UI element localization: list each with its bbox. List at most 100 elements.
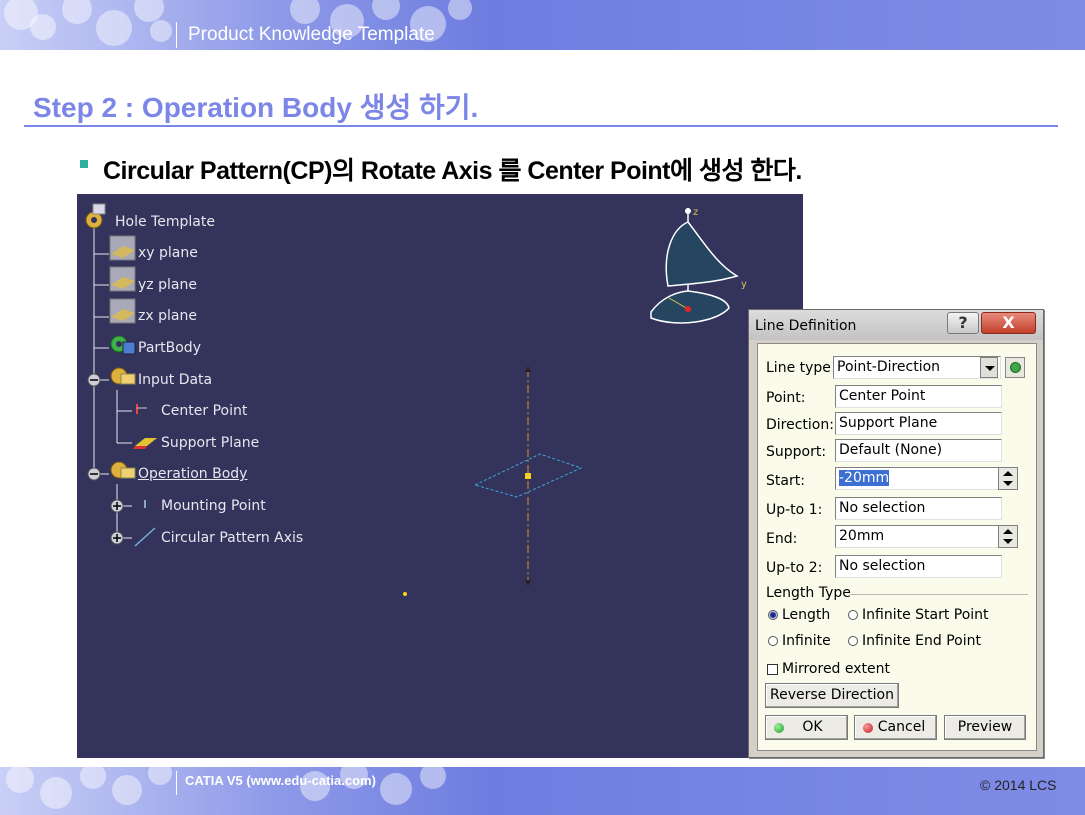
decor-bubble [6, 767, 34, 793]
chevron-down-icon[interactable] [980, 357, 998, 378]
dialog-body: Line type : Point-Direction Point: Cente… [757, 343, 1037, 751]
product-gear-icon [85, 203, 106, 229]
title-divider [24, 125, 1058, 127]
decor-bubble [380, 773, 412, 805]
footer-copyright: © 2014 LCS [980, 777, 1057, 793]
start-value: -20mm [839, 470, 890, 486]
group-divider [850, 594, 1028, 595]
support-label: Support: [766, 444, 827, 460]
catia-viewport[interactable]: z y Hole Template xy plane yz plane zx p… [77, 194, 803, 758]
decor-bubble [80, 767, 106, 789]
ok-label: OK [802, 719, 823, 735]
expand-node-mounting[interactable] [110, 499, 124, 513]
upto2-field[interactable]: No selection [835, 555, 1002, 578]
collapse-node-input[interactable] [87, 373, 101, 387]
point-field[interactable]: Center Point [835, 385, 1002, 408]
input-data-icon [110, 367, 136, 385]
length-type-label: Length Type [766, 585, 851, 601]
ok-icon [774, 723, 784, 733]
footer-banner: CATIA V5 (www.edu-catia.com) © 2014 LCS [0, 767, 1085, 815]
upto1-label: Up-to 1: [766, 502, 823, 518]
upto1-field[interactable]: No selection [835, 497, 1002, 520]
infinite-start-radio[interactable] [848, 610, 858, 620]
line-type-option-icon[interactable] [1005, 357, 1025, 378]
line-definition-dialog: Line Definition ? X Line type : Point-Di… [748, 309, 1044, 758]
decor-bubble [372, 0, 400, 20]
decor-bubble [40, 777, 72, 809]
infinite-end-radio[interactable] [848, 636, 858, 646]
ok-button[interactable]: OK [765, 715, 848, 740]
infinite-option-label: Infinite [782, 633, 831, 649]
end-input[interactable]: 20mm [835, 525, 999, 548]
collapse-node-operation[interactable] [87, 467, 101, 481]
tree-item-partbody[interactable]: PartBody [138, 340, 201, 356]
tree-item-yz-plane[interactable]: yz plane [138, 277, 197, 293]
tree-item-hole-template[interactable]: Hole Template [115, 214, 215, 230]
mirrored-extent-label: Mirrored extent [782, 661, 891, 677]
decor-bubble [62, 0, 92, 24]
upto2-label: Up-to 2: [766, 560, 823, 576]
compass-y-label: y [741, 279, 747, 290]
tree-item-operation-body[interactable]: Operation Body [138, 466, 247, 482]
bullet-marker [80, 160, 88, 168]
length-option-label: Length [782, 607, 831, 623]
decor-bubble [150, 20, 172, 42]
decor-bubble [134, 0, 164, 22]
point-label: Point: [766, 390, 806, 406]
tree-item-circular-pattern-axis[interactable]: Circular Pattern Axis [161, 530, 303, 546]
surface-plane-icon [133, 438, 157, 449]
tree-item-mounting-point[interactable]: Mounting Point [161, 498, 266, 514]
tree-item-zx-plane[interactable]: zx plane [138, 308, 197, 324]
partbody-gear-icon [110, 335, 136, 355]
footer-separator [176, 771, 177, 795]
decor-bubble [96, 10, 132, 46]
dialog-title: Line Definition [755, 318, 857, 334]
point-icon [136, 404, 147, 414]
preview-button[interactable]: Preview [944, 715, 1026, 740]
header-title: Product Knowledge Template [188, 24, 435, 45]
help-button[interactable]: ? [947, 312, 979, 334]
cancel-icon [863, 723, 873, 733]
tree-item-center-point[interactable]: Center Point [161, 403, 247, 419]
operation-body-icon [110, 461, 136, 479]
start-spinner[interactable] [998, 467, 1018, 490]
end-spinner[interactable] [998, 525, 1018, 548]
footer-website: CATIA V5 (www.edu-catia.com) [185, 773, 376, 788]
decor-bubble [290, 0, 320, 24]
start-input[interactable]: -20mm [835, 467, 999, 490]
mounting-point-marker [403, 592, 407, 596]
compass-z-label: z [693, 207, 698, 218]
infinite-end-label: Infinite End Point [862, 633, 981, 649]
length-radio[interactable] [768, 610, 778, 620]
infinite-start-label: Infinite Start Point [862, 607, 989, 623]
plane-icon [109, 298, 136, 324]
line-type-label: Line type : [766, 360, 841, 376]
tree-item-input-data[interactable]: Input Data [138, 372, 212, 388]
direction-field[interactable]: Support Plane [835, 412, 1002, 435]
infinite-radio[interactable] [768, 636, 778, 646]
decor-bubble [448, 0, 472, 20]
start-label: Start: [766, 473, 805, 489]
cancel-label: Cancel [877, 719, 926, 735]
tree-item-xy-plane[interactable]: xy plane [138, 245, 198, 261]
page-title: Step 2 : Operation Body 생성 하기. [33, 92, 479, 123]
cancel-button[interactable]: Cancel [854, 715, 937, 740]
line-icon [134, 527, 156, 547]
decor-bubble [112, 775, 142, 805]
plane-icon [109, 235, 136, 261]
support-field[interactable]: Default (None) [835, 439, 1002, 462]
dialog-titlebar[interactable]: Line Definition ? X [749, 310, 1043, 340]
line-type-select[interactable]: Point-Direction [833, 356, 1001, 379]
decor-bubble [148, 767, 172, 785]
header-separator [176, 22, 177, 48]
compass-icon[interactable] [650, 208, 739, 324]
tree-item-support-plane[interactable]: Support Plane [161, 435, 259, 451]
decor-bubble [420, 767, 446, 789]
close-button[interactable]: X [981, 312, 1036, 334]
header-banner: Product Knowledge Template [0, 0, 1085, 50]
expand-node-cp-axis[interactable] [110, 531, 124, 545]
mirrored-extent-checkbox[interactable] [767, 664, 778, 675]
direction-label: Direction: [766, 417, 834, 433]
plane-icon [109, 266, 136, 292]
reverse-direction-button[interactable]: Reverse Direction [765, 683, 899, 708]
